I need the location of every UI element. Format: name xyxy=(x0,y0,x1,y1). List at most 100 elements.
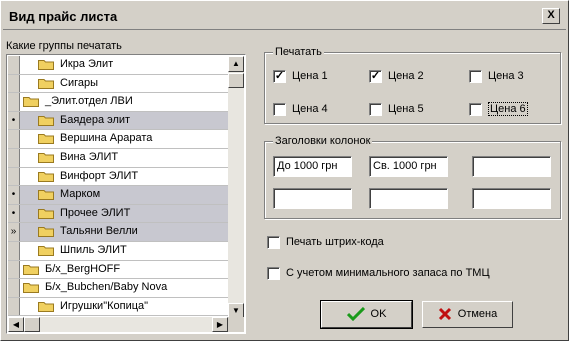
folder-icon xyxy=(38,152,54,163)
price-label: Цена 2 xyxy=(388,70,424,82)
folder-icon xyxy=(38,134,54,145)
ok-button[interactable]: OK xyxy=(320,300,413,329)
grid-row[interactable]: Икра Элит xyxy=(8,56,228,75)
grid-rows: Икра Элит Сигары _Элит.отдел ЛВИ • Баядера э… xyxy=(8,56,228,319)
scroll-up-button[interactable]: ▲ xyxy=(228,56,244,72)
row-indicator[interactable] xyxy=(8,56,20,74)
row-cell[interactable]: Б/х_Bubchen/Baby Nova xyxy=(20,279,228,297)
row-indicator[interactable]: • xyxy=(8,186,20,204)
price-label: Цена 3 xyxy=(488,70,524,82)
folder-icon xyxy=(38,208,54,219)
close-button[interactable]: X xyxy=(542,8,560,24)
grid-row[interactable]: Шпиль ЭЛИТ xyxy=(8,241,228,261)
row-label: Марком xyxy=(60,188,101,201)
grid-row[interactable]: Б/х_BergHOFF xyxy=(8,260,228,280)
row-indicator[interactable]: » xyxy=(8,223,20,241)
row-cell[interactable]: Икра Элит xyxy=(20,56,228,74)
row-indicator[interactable]: • xyxy=(8,111,20,130)
row-cell[interactable]: Сигары xyxy=(20,75,228,93)
scroll-thumb[interactable] xyxy=(228,73,244,88)
hscroll-thumb[interactable] xyxy=(24,317,40,332)
check-icon xyxy=(346,307,365,321)
price-checkbox[interactable] xyxy=(469,103,482,116)
folder-icon xyxy=(38,227,54,238)
price-checkbox[interactable]: ✓ xyxy=(273,70,286,83)
cancel-label: Отмена xyxy=(457,308,498,320)
row-indicator[interactable] xyxy=(8,148,20,167)
folder-icon xyxy=(38,245,54,256)
grid-row[interactable]: _Элит.отдел ЛВИ xyxy=(8,93,228,112)
grid-row[interactable]: Винфорт ЭЛИТ xyxy=(8,167,228,187)
row-cell[interactable]: Игрушки"Копица" xyxy=(20,298,228,316)
row-indicator[interactable] xyxy=(8,74,20,93)
row-indicator[interactable] xyxy=(8,260,20,279)
row-label: Икра Элит xyxy=(60,58,114,70)
price-checkbox[interactable]: ✓ xyxy=(369,70,382,83)
grid-row[interactable]: • Баядера элит xyxy=(8,111,228,131)
print-legend: Печатать xyxy=(273,46,324,58)
row-indicator[interactable] xyxy=(8,241,20,260)
row-indicator[interactable] xyxy=(8,93,20,111)
grid-row[interactable]: Б/х_Bubchen/Baby Nova xyxy=(8,279,228,298)
price-checkbox[interactable] xyxy=(273,103,286,116)
print-groupbox: Печатать ✓ Цена 1 ✓ Цена 2 Цена 3 Цена 4 Цена … xyxy=(264,46,561,124)
column-header-field-5[interactable] xyxy=(369,188,448,209)
row-cell[interactable]: Марком xyxy=(20,186,228,204)
row-indicator[interactable] xyxy=(8,297,20,316)
price-list-dialog: Вид прайс листа X Какие группы печатать … xyxy=(0,0,569,341)
grid-row[interactable]: Игрушки"Копица" xyxy=(8,297,228,317)
folder-icon xyxy=(38,115,54,126)
cancel-button[interactable]: Отмена xyxy=(422,301,513,328)
column-header-field-4[interactable] xyxy=(273,188,352,209)
row-cell[interactable]: Шпиль ЭЛИТ xyxy=(20,242,228,260)
barcode-label: Печать штрих-кода xyxy=(286,236,384,248)
column-header-field-2[interactable]: Св. 1000 грн xyxy=(369,156,448,177)
row-label: Тальяни Велли xyxy=(60,225,138,238)
grid-row[interactable]: • Прочее ЭЛИТ xyxy=(8,204,228,224)
row-label: Игрушки"Копица" xyxy=(60,299,149,312)
row-indicator[interactable] xyxy=(8,167,20,186)
row-cell[interactable]: Б/х_BergHOFF xyxy=(20,261,228,279)
row-indicator[interactable] xyxy=(8,279,20,297)
grid-row[interactable]: » Тальяни Велли xyxy=(8,223,228,242)
title-bar: Вид прайс листа X xyxy=(3,3,566,30)
column-header-field-6[interactable] xyxy=(472,188,551,209)
grid-row[interactable]: Вершина Арарата xyxy=(8,130,228,149)
groups-grid[interactable]: Икра Элит Сигары _Элит.отдел ЛВИ • Баядера э… xyxy=(6,54,246,334)
row-cell[interactable]: _Элит.отдел ЛВИ xyxy=(20,93,228,111)
row-label: Прочее ЭЛИТ xyxy=(60,206,131,219)
headers-groupbox: Заголовки колонок До 1000 грн Св. 1000 гр… xyxy=(264,135,561,219)
barcode-checkbox[interactable] xyxy=(267,236,280,249)
min-stock-checkbox[interactable] xyxy=(267,267,280,280)
row-indicator[interactable] xyxy=(8,130,20,148)
groups-label: Какие группы печатать xyxy=(6,40,122,52)
row-label: Винфорт ЭЛИТ xyxy=(60,169,139,182)
scroll-left-button[interactable]: ◀ xyxy=(8,317,24,332)
vertical-scrollbar[interactable]: ▲ ▼ xyxy=(228,56,244,319)
column-header-field-1[interactable]: До 1000 грн xyxy=(273,156,352,177)
scroll-corner xyxy=(228,317,244,332)
row-label: Б/х_BergHOFF xyxy=(45,262,121,275)
row-indicator[interactable]: • xyxy=(8,204,20,223)
grid-row[interactable]: • Марком xyxy=(8,186,228,205)
row-cell[interactable]: Тальяни Велли xyxy=(20,223,228,241)
column-header-field-3[interactable] xyxy=(472,156,551,177)
row-label: Шпиль ЭЛИТ xyxy=(60,243,127,256)
row-label: Б/х_Bubchen/Baby Nova xyxy=(45,281,168,294)
grid-row[interactable]: Вина ЭЛИТ xyxy=(8,148,228,168)
price-checkbox[interactable] xyxy=(369,103,382,116)
row-cell[interactable]: Вершина Арарата xyxy=(20,130,228,148)
row-cell[interactable]: Прочее ЭЛИТ xyxy=(20,204,228,223)
price-label: Цена 5 xyxy=(388,103,424,115)
folder-icon xyxy=(38,78,54,89)
price-checkbox[interactable] xyxy=(469,70,482,83)
horizontal-scrollbar[interactable]: ◀ ▶ xyxy=(8,317,228,332)
row-cell[interactable]: Баядера элит xyxy=(20,111,228,130)
row-cell[interactable]: Винфорт ЭЛИТ xyxy=(20,168,228,186)
row-cell[interactable]: Вина ЭЛИТ xyxy=(20,149,228,167)
folder-icon xyxy=(23,97,39,108)
row-label: Вина ЭЛИТ xyxy=(60,150,119,163)
grid-row[interactable]: Сигары xyxy=(8,74,228,94)
folder-icon xyxy=(38,60,54,70)
scroll-right-button[interactable]: ▶ xyxy=(212,317,228,332)
